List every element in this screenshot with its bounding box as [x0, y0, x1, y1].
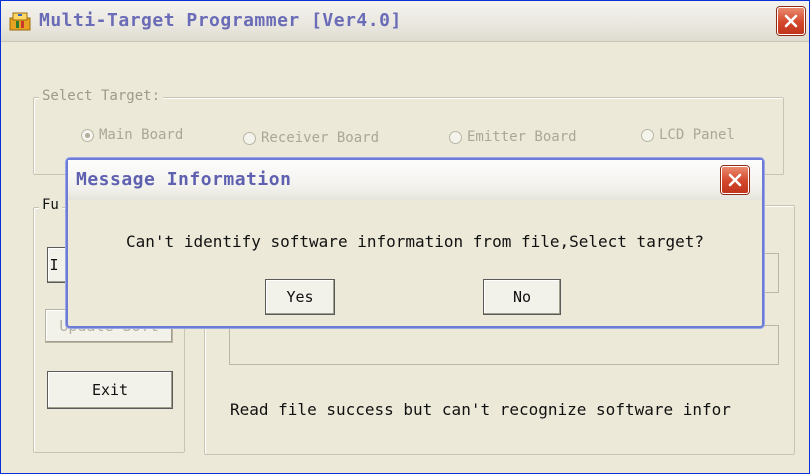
- radio-indicator[interactable]: [641, 128, 654, 142]
- window-close-button[interactable]: [777, 7, 805, 35]
- main-window: Multi-Target Programmer [Ver4.0] Select …: [0, 0, 810, 474]
- programmer-app-icon: [9, 12, 31, 31]
- radio-label: Main Board: [99, 127, 184, 143]
- dialog-close-button[interactable]: [721, 166, 749, 194]
- close-icon: [728, 173, 742, 187]
- no-button-label: No: [512, 288, 532, 306]
- status-message: Read file success but can't recognize so…: [230, 400, 731, 419]
- radio-receiver-board[interactable]: Receiver Board: [243, 130, 379, 146]
- dialog-message: Can't identify software information from…: [126, 232, 704, 251]
- window-title: Multi-Target Programmer [Ver4.0]: [39, 10, 402, 31]
- radio-label: LCD Panel: [659, 127, 735, 143]
- info-field-2: [229, 325, 779, 365]
- exit-button-label: Exit: [91, 381, 129, 399]
- yes-button[interactable]: Yes: [265, 279, 335, 315]
- message-dialog: Message Information Can't identify softw…: [66, 158, 764, 328]
- yes-button-label: Yes: [286, 288, 314, 306]
- radio-main-board[interactable]: Main Board: [81, 127, 183, 143]
- function-group-legend: Fu: [39, 197, 62, 213]
- function-button-1-label: I: [49, 256, 59, 274]
- dialog-title-bar[interactable]: Message Information: [68, 160, 762, 200]
- radio-indicator[interactable]: [449, 130, 462, 144]
- main-title-bar[interactable]: Multi-Target Programmer [Ver4.0]: [1, 1, 809, 42]
- radio-label: Receiver Board: [261, 130, 380, 146]
- radio-label: Emitter Board: [467, 129, 577, 145]
- radio-indicator[interactable]: [243, 131, 256, 145]
- radio-lcd-panel[interactable]: LCD Panel: [641, 127, 735, 143]
- dialog-title: Message Information: [76, 169, 292, 190]
- no-button[interactable]: No: [483, 279, 561, 315]
- select-target-legend: Select Target:: [39, 88, 164, 104]
- radio-emitter-board[interactable]: Emitter Board: [449, 129, 577, 145]
- radio-indicator[interactable]: [81, 128, 94, 142]
- exit-button[interactable]: Exit: [47, 371, 173, 409]
- close-icon: [784, 14, 798, 28]
